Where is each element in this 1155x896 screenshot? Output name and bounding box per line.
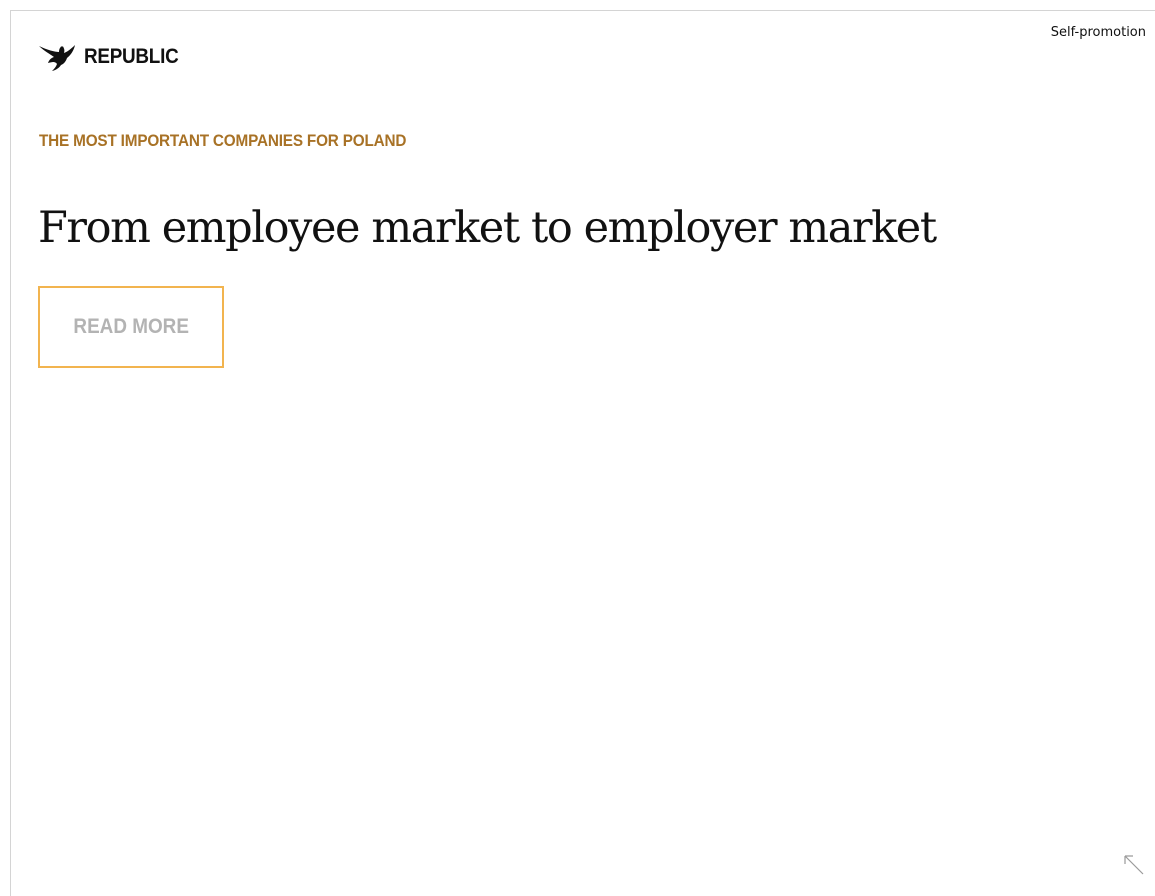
kicker: THE MOST IMPORTANT COMPANIES FOR POLAND	[39, 131, 407, 150]
read-more-button[interactable]: READ MORE	[38, 286, 224, 368]
expand-arrow-icon[interactable]	[1123, 854, 1145, 876]
read-more-label: READ MORE	[73, 315, 189, 338]
self-promotion-label: Self-promotion	[1050, 25, 1146, 40]
eagle-logo-icon	[39, 45, 75, 71]
brand[interactable]: REPUBLIC	[38, 42, 189, 72]
headline[interactable]: From employee market to employer market	[38, 197, 937, 259]
ad-frame[interactable]: Self-promotion REPUBLIC THE MOST IMPORTA…	[10, 10, 1155, 896]
brand-name: REPUBLIC	[84, 45, 179, 68]
